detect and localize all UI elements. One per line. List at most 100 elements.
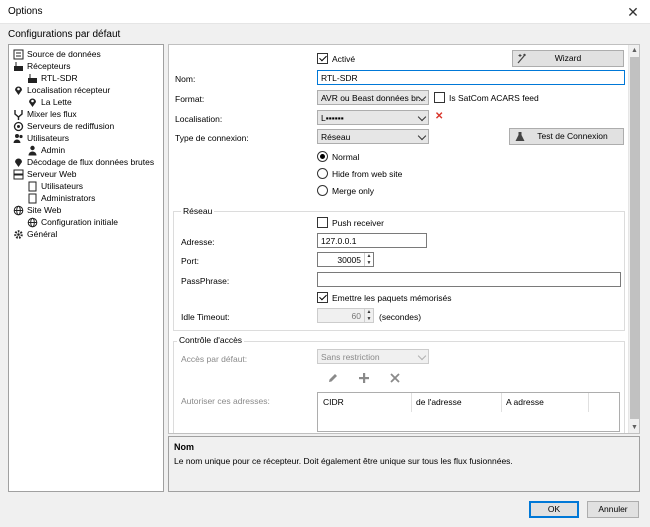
name-input[interactable]: RTL-SDR	[317, 70, 625, 85]
cancel-button[interactable]: Annuler	[587, 501, 639, 518]
wizard-button[interactable]: Wizard	[512, 50, 624, 67]
add-icon[interactable]	[358, 372, 370, 386]
ok-button[interactable]: OK	[529, 501, 579, 518]
port-label: Port:	[181, 256, 199, 266]
location-pin-icon	[13, 85, 24, 96]
tree-item-label: Localisation récepteur	[27, 85, 111, 95]
scrollbar-thumb[interactable]	[630, 57, 639, 419]
tree-item-web-utilisateurs[interactable]: Utilisateurs	[27, 180, 83, 192]
tree-item-admin[interactable]: Admin	[27, 144, 65, 156]
globe-icon	[27, 217, 38, 228]
port-input[interactable]: 30005 ▲ ▼	[317, 252, 374, 267]
tree-item-label: RTL-SDR	[41, 73, 78, 83]
data-source-icon	[13, 49, 24, 60]
tree-item-la-lette[interactable]: La Lette	[27, 96, 72, 108]
document-icon	[27, 181, 38, 192]
tree-item-localisation[interactable]: Localisation récepteur	[13, 84, 110, 96]
allow-addresses-label: Autoriser ces adresses:	[181, 396, 270, 406]
scroll-up-icon[interactable]: ▲	[629, 45, 640, 56]
tree-item-recepteurs[interactable]: Récepteurs	[13, 60, 70, 72]
scroll-down-icon[interactable]: ▼	[629, 422, 640, 433]
conn-type-select[interactable]: Réseau	[317, 129, 429, 144]
tree-item-site-web[interactable]: Site Web	[13, 204, 61, 216]
radio-hide-web[interactable]	[317, 168, 328, 179]
users-icon	[13, 133, 24, 144]
document-icon	[27, 193, 38, 204]
column-header-from[interactable]: de l'adresse	[416, 397, 462, 407]
conn-type-label: Type de connexion:	[175, 133, 249, 143]
tree-item-label: Utilisateurs	[27, 133, 70, 143]
window-title: Options	[8, 6, 43, 17]
default-access-value: Sans restriction	[321, 352, 380, 362]
access-group-title: Contrôle d'accès	[177, 335, 245, 345]
idle-spinner[interactable]: ▲ ▼	[364, 309, 373, 322]
network-group-title: Réseau	[181, 206, 215, 216]
tree-item-general[interactable]: Général	[13, 228, 57, 240]
help-title: Nom	[174, 442, 194, 452]
location-select[interactable]: L▪▪▪▪▪▪	[317, 110, 429, 125]
passphrase-label: PassPhrase:	[181, 276, 230, 286]
tree-item-decodage[interactable]: Décodage de flux données brutes	[13, 156, 154, 168]
tree-item-mixer[interactable]: Mixer les flux	[13, 108, 77, 120]
location-pin-icon	[27, 97, 38, 108]
format-select[interactable]: AVR ou Beast données br...	[317, 90, 429, 105]
spin-down-icon[interactable]: ▼	[365, 316, 373, 323]
idle-timeout-input[interactable]: 60 ▲ ▼	[317, 308, 374, 323]
tree-item-label: Source de données	[27, 49, 101, 59]
push-receiver-checkbox[interactable]	[317, 217, 328, 228]
radio-normal[interactable]	[317, 151, 328, 162]
tree-item-label: Mixer les flux	[27, 109, 77, 119]
format-label: Format:	[175, 94, 205, 104]
radio-merge-only[interactable]	[317, 185, 328, 196]
spin-down-icon[interactable]: ▼	[365, 260, 373, 267]
flask-icon	[515, 131, 525, 147]
tree-item-rediffusion[interactable]: Serveurs de rediffusion	[13, 120, 114, 132]
send-stored-label: Emettre les paquets mémorisés	[332, 293, 452, 303]
edit-icon[interactable]	[327, 372, 339, 386]
name-label: Nom:	[175, 74, 196, 84]
passphrase-input[interactable]	[317, 272, 621, 287]
conn-type-select-value: Réseau	[321, 132, 351, 142]
globe-icon	[13, 205, 24, 216]
column-header-to[interactable]: A adresse	[506, 397, 544, 407]
default-access-label: Accès par défaut:	[181, 354, 248, 364]
tree-item-config-initiale[interactable]: Configuration initiale	[27, 216, 118, 228]
tree-item-source-donnees[interactable]: Source de données	[13, 48, 101, 60]
idle-timeout-unit: (secondes)	[379, 312, 422, 322]
panel-scrollbar[interactable]: ▲ ▼	[628, 45, 639, 433]
close-icon[interactable]: ✕	[624, 3, 642, 21]
gear-icon	[13, 229, 24, 240]
column-separator	[501, 393, 502, 412]
radio-normal-label: Normal	[332, 152, 360, 162]
column-header-cidr[interactable]: CIDR	[323, 397, 344, 407]
tree-item-label: Utilisateurs	[41, 181, 84, 191]
tree-item-utilisateurs[interactable]: Utilisateurs	[13, 132, 69, 144]
address-input[interactable]: 127.0.0.1	[317, 233, 427, 248]
clear-location-icon[interactable]: ✕	[435, 111, 443, 122]
location-select-value: L▪▪▪▪▪▪	[321, 113, 344, 123]
tree-item-rtl-sdr[interactable]: RTL-SDR	[27, 72, 78, 84]
wand-icon	[517, 51, 527, 70]
delete-icon[interactable]	[389, 372, 401, 386]
send-stored-checkbox[interactable]	[317, 292, 328, 303]
push-receiver-label: Push receiver	[332, 218, 384, 228]
default-access-select[interactable]: Sans restriction	[317, 349, 429, 364]
address-table[interactable]: CIDR de l'adresse A adresse	[317, 392, 620, 432]
format-select-value: AVR ou Beast données br...	[321, 93, 426, 103]
radio-merge-only-label: Merge only	[332, 186, 375, 196]
tree-item-label: La Lette	[41, 97, 72, 107]
test-connection-button[interactable]: Test de Connexion	[509, 128, 624, 145]
web-server-icon	[13, 169, 24, 180]
tree-item-label: Administrators	[41, 193, 96, 203]
port-spinner[interactable]: ▲ ▼	[364, 253, 373, 266]
tree-item-label: Récepteurs	[27, 61, 71, 71]
rebroadcast-icon	[13, 121, 24, 132]
satcom-checkbox[interactable]	[434, 92, 445, 103]
active-checkbox[interactable]	[317, 53, 328, 64]
chevron-down-icon	[417, 351, 427, 361]
tree-item-label: Serveur Web	[27, 169, 77, 179]
satcom-label: Is SatCom ACARS feed	[449, 93, 539, 103]
tree-item-administrators[interactable]: Administrators	[27, 192, 95, 204]
tree-item-serveur-web[interactable]: Serveur Web	[13, 168, 76, 180]
help-panel: Nom Le nom unique pour ce récepteur. Doi…	[168, 436, 640, 492]
